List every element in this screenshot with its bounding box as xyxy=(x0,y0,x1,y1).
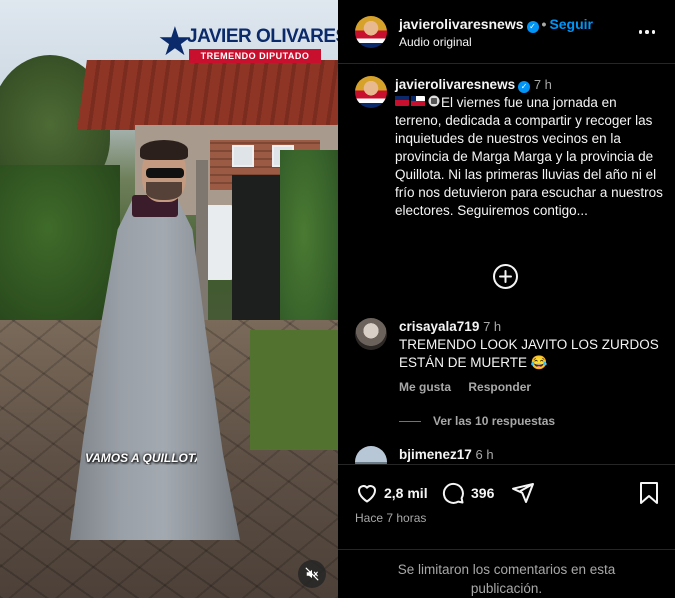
caption-text: El viernes fue una jornada en terreno, d… xyxy=(395,95,663,218)
caption-username[interactable]: javierolivaresnews xyxy=(395,77,515,92)
comment-time: 6 h xyxy=(475,447,494,462)
audio-link[interactable]: Audio original xyxy=(399,35,472,49)
video-person xyxy=(70,140,250,540)
post-header: javierolivaresnews ✓ • Seguir Audio origina… xyxy=(338,0,675,64)
author-username[interactable]: javierolivaresnews xyxy=(399,16,524,32)
action-bar: 2,8 mil 396 xyxy=(355,481,660,507)
comment-bubble-icon xyxy=(442,482,464,504)
person-cape xyxy=(70,195,240,540)
caption-time: 7 h xyxy=(533,77,552,92)
video-roof xyxy=(77,60,338,130)
comment-reply-button[interactable]: Responder xyxy=(468,380,531,394)
more-options-icon[interactable] xyxy=(637,22,657,42)
video-logo: ★ JAVIER OLIVARES TREMENDO DIPUTADO xyxy=(157,22,338,64)
person-beard xyxy=(146,182,182,200)
comment: bjimenez17 6 h xyxy=(399,446,494,464)
likes-count: 2,8 mil xyxy=(384,485,428,501)
comment-time: 7 h xyxy=(483,319,502,334)
comments-count: 396 xyxy=(471,485,495,501)
logo-subtitle: TREMENDO DIPUTADO xyxy=(189,49,321,63)
video-player[interactable]: ★ JAVIER OLIVARES TREMENDO DIPUTADO VAMO… xyxy=(0,0,338,598)
verified-icon: ✓ xyxy=(526,21,539,33)
heart-icon xyxy=(358,485,376,503)
separator-dot: • xyxy=(541,16,547,32)
video-caption: VAMOS A QUILLOTA xyxy=(85,451,197,465)
comment-like-button[interactable]: Me gusta xyxy=(399,380,451,394)
bookmark-icon xyxy=(640,482,658,504)
comment-avatar[interactable] xyxy=(355,318,387,350)
comment-button[interactable]: 396 xyxy=(441,481,494,505)
verified-icon: ✓ xyxy=(518,81,531,93)
caption-avatar[interactable] xyxy=(355,76,387,108)
post-panel: javierolivaresnews ✓ • Seguir Audio origina… xyxy=(338,0,675,598)
share-button[interactable] xyxy=(511,481,535,505)
logo-name: JAVIER OLIVARES xyxy=(187,26,338,47)
comment-actions: Me gusta Responder xyxy=(399,380,545,394)
follow-button[interactable]: Seguir xyxy=(549,16,593,32)
load-more-comments-button[interactable] xyxy=(493,264,518,289)
post-footer: 2,8 mil 396 Hace 7 horas Se limitaron lo… xyxy=(338,464,675,598)
comment-username[interactable]: crisayala719 xyxy=(399,319,479,334)
send-icon xyxy=(512,483,534,503)
person-sunglasses xyxy=(146,168,184,178)
speaker-muted-icon xyxy=(305,567,319,581)
video-lawn xyxy=(250,330,338,450)
comments-limited-text: Se limitaron los comentarios en esta pub… xyxy=(397,562,616,596)
comment-username[interactable]: bjimenez17 xyxy=(399,447,472,462)
like-button[interactable]: 2,8 mil xyxy=(355,481,428,505)
comment-text: TREMENDO LOOK JAVITO LOS ZURDOS ESTÁN DE… xyxy=(399,337,659,370)
comments-list[interactable]: javierolivaresnews ✓ 7 h El viernes fue u… xyxy=(338,64,675,464)
comment-avatar[interactable] xyxy=(355,446,387,464)
author-avatar[interactable] xyxy=(355,16,387,48)
mute-button[interactable] xyxy=(298,560,326,588)
post-timestamp[interactable]: Hace 7 horas xyxy=(355,511,426,525)
post-caption: javierolivaresnews ✓ 7 h El viernes fue u… xyxy=(395,76,665,220)
comments-limited-notice: Se limitaron los comentarios en esta pub… xyxy=(338,549,675,598)
replies-divider xyxy=(399,420,421,422)
view-replies-button[interactable]: Ver las 10 respuestas xyxy=(399,414,555,428)
person-hair xyxy=(140,140,188,160)
view-replies-label: Ver las 10 respuestas xyxy=(433,414,556,428)
save-button[interactable] xyxy=(638,481,660,505)
flag-emoji-icons xyxy=(395,95,441,110)
comment: crisayala719 7 h TREMENDO LOOK JAVITO LO… xyxy=(399,318,664,372)
author-line: javierolivaresnews ✓ • Seguir xyxy=(399,16,593,33)
plus-icon xyxy=(499,270,512,283)
